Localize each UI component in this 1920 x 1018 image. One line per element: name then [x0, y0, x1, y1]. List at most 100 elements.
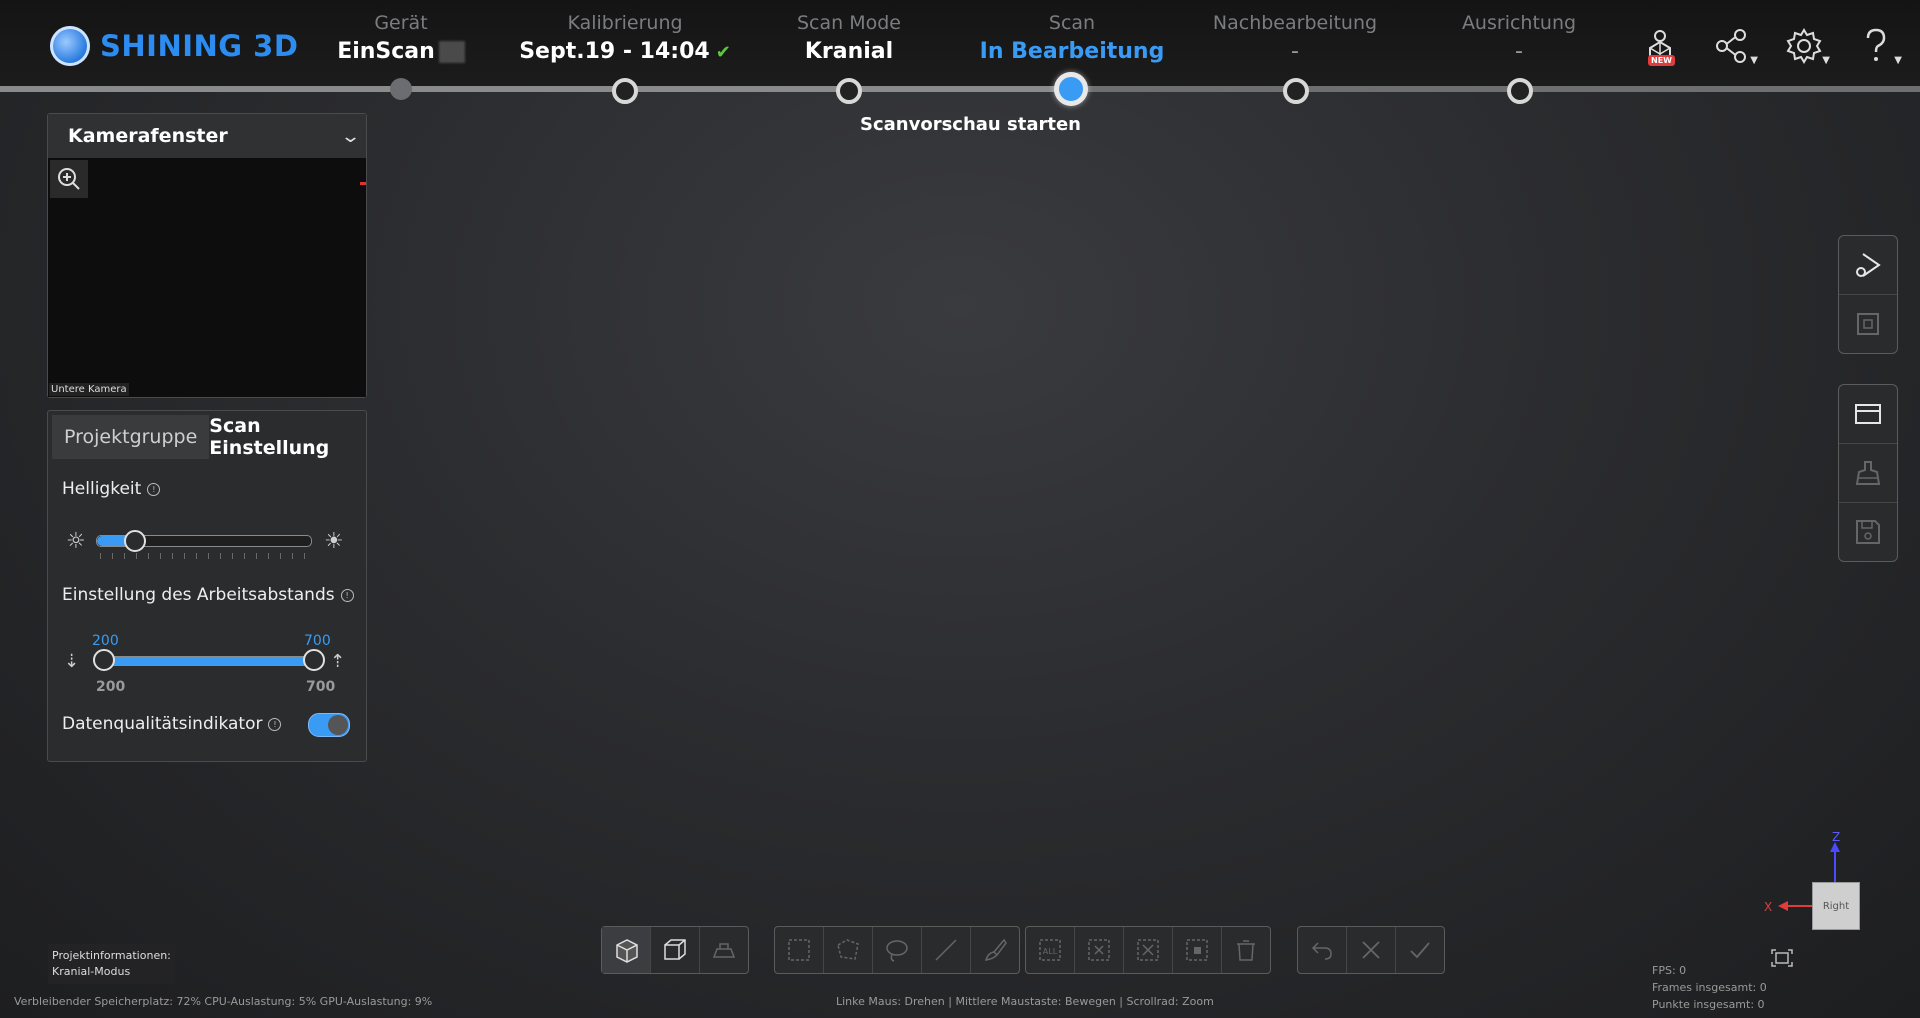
- step-value: Sept.19 - 14:04 ✔: [519, 39, 731, 64]
- step-node-device[interactable]: [390, 78, 412, 100]
- step-value: EinScan: [286, 39, 516, 64]
- camera-marker: [360, 182, 366, 185]
- deselect-button[interactable]: [1075, 927, 1124, 973]
- info-icon[interactable]: !: [147, 482, 161, 496]
- settings-tabs: Projektgruppe Scan Einstellung: [52, 415, 362, 459]
- view-tools-group: [1838, 384, 1898, 562]
- line-icon: [935, 939, 957, 961]
- distance-near-icon: ⇣: [64, 651, 80, 672]
- apply-button[interactable]: [1396, 927, 1444, 973]
- working-distance-slider[interactable]: [104, 656, 316, 666]
- caret-down-icon: ▼: [1822, 55, 1830, 66]
- play-settings-icon: [1856, 253, 1881, 277]
- distance-far-icon: ⇡: [330, 651, 346, 672]
- scan-control-group: [1838, 235, 1898, 354]
- model-new-button[interactable]: NEW: [1640, 26, 1686, 70]
- camera-panel-title: Kamerafenster: [68, 125, 228, 147]
- select-all-button[interactable]: ALL: [1026, 927, 1075, 973]
- clean-button[interactable]: [1839, 444, 1897, 503]
- connected-select-button[interactable]: [1173, 927, 1222, 973]
- brand-logo: SHINING 3D: [50, 26, 298, 66]
- gear-icon: [1786, 28, 1822, 64]
- info-icon[interactable]: !: [340, 588, 354, 602]
- step-node-scan[interactable]: [1054, 72, 1088, 106]
- step-node-scan-mode[interactable]: [836, 78, 862, 104]
- brightness-high-icon: ☀: [324, 529, 344, 554]
- edit-toolbar: ALL: [1025, 926, 1271, 974]
- cancel-button[interactable]: [1347, 927, 1396, 973]
- broom-icon: [1855, 461, 1881, 485]
- step-label: Scan Mode: [797, 12, 901, 34]
- trash-icon: [1237, 940, 1255, 961]
- texture-view-button[interactable]: [602, 927, 651, 973]
- rect-select-button[interactable]: [775, 927, 824, 973]
- camera-panel: Kamerafenster ⌄ Untere Kamera: [47, 113, 367, 398]
- zoom-in-icon: [58, 168, 80, 190]
- step-value: In Bearbeitung: [979, 39, 1165, 64]
- close-icon: [1362, 941, 1380, 959]
- camera-panel-header[interactable]: Kamerafenster ⌄: [48, 114, 366, 158]
- undo-button[interactable]: [1298, 927, 1347, 973]
- step-value: -: [1515, 39, 1523, 64]
- tab-scan-settings[interactable]: Scan Einstellung: [209, 415, 362, 459]
- distance-high-thumb[interactable]: [303, 649, 325, 671]
- distance-low-thumb[interactable]: [93, 649, 115, 671]
- svg-text:ALL: ALL: [1043, 947, 1058, 956]
- step-label: Scan: [1048, 12, 1096, 34]
- fit-view-icon[interactable]: [1770, 948, 1794, 968]
- step-device[interactable]: Gerät EinScan: [286, 12, 516, 64]
- wireframe-view-button[interactable]: [651, 927, 700, 973]
- deselect-icon: [1088, 939, 1110, 961]
- brightness-label: Helligkeit!: [62, 479, 161, 499]
- polygon-select-icon: [837, 939, 859, 960]
- rect-select-icon: [788, 939, 810, 961]
- info-icon[interactable]: !: [268, 717, 282, 731]
- step-node-postprocessing[interactable]: [1283, 78, 1309, 104]
- connected-select-icon: [1186, 939, 1208, 961]
- help-button[interactable]: ▼: [1856, 26, 1902, 70]
- caret-down-icon: ▼: [1750, 55, 1758, 66]
- step-node-alignment[interactable]: [1507, 78, 1533, 104]
- save-button[interactable]: [1839, 503, 1897, 561]
- save-icon: [1856, 520, 1880, 544]
- delete-button[interactable]: [1222, 927, 1270, 973]
- settings-button[interactable]: ▼: [1784, 26, 1830, 70]
- brush-select-button[interactable]: [971, 927, 1019, 973]
- share-button[interactable]: ▼: [1712, 26, 1758, 70]
- step-postprocessing[interactable]: Nachbearbeitung -: [1180, 12, 1410, 64]
- mouse-hint: Linke Maus: Drehen | Mittlere Maustaste:…: [836, 995, 1214, 1008]
- camera-label: Untere Kamera: [49, 383, 129, 396]
- lasso-select-button[interactable]: [873, 927, 922, 973]
- step-label: Nachbearbeitung: [1212, 12, 1378, 34]
- scan-area-button[interactable]: [1839, 295, 1897, 353]
- step-scan-mode[interactable]: Scan Mode Kranial: [734, 12, 964, 64]
- selection-toolbar: [774, 926, 1020, 974]
- polygon-select-button[interactable]: [824, 927, 873, 973]
- toggle-knob: [328, 715, 348, 735]
- tab-project-group[interactable]: Projektgruppe: [52, 415, 210, 459]
- zoom-in-button[interactable]: [50, 160, 88, 198]
- invert-selection-icon: [1137, 939, 1159, 961]
- fps-stat: FPS: 0: [1652, 964, 1687, 977]
- step-scan[interactable]: Scan In Bearbeitung: [957, 12, 1187, 64]
- window-button[interactable]: [1839, 385, 1897, 444]
- plane-view-button[interactable]: [700, 927, 748, 973]
- line-select-button[interactable]: [922, 927, 971, 973]
- check-icon: ✔: [715, 42, 731, 63]
- step-alignment[interactable]: Ausrichtung -: [1404, 12, 1634, 64]
- orientation-widget[interactable]: Z X Right: [1760, 830, 1870, 940]
- working-distance-slider-fill: [105, 657, 315, 665]
- invert-selection-button[interactable]: [1124, 927, 1173, 973]
- brightness-slider-thumb[interactable]: [123, 530, 146, 552]
- step-node-calibration[interactable]: [612, 78, 638, 104]
- scan-settings-panel: Projektgruppe Scan Einstellung Helligkei…: [47, 410, 367, 762]
- brand-logo-icon: [50, 26, 90, 66]
- start-preview-button[interactable]: [1839, 236, 1897, 295]
- chevron-down-icon[interactable]: ⌄: [340, 126, 361, 147]
- quality-indicator-toggle[interactable]: [308, 713, 350, 737]
- project-info-mode: Kranial-Modus: [52, 965, 131, 978]
- step-calibration[interactable]: Kalibrierung Sept.19 - 14:04 ✔: [510, 12, 740, 64]
- view-cube[interactable]: Right: [1812, 882, 1860, 930]
- brand-name: SHINING 3D: [100, 29, 299, 63]
- system-status: Verbleibender Speicherplatz: 72% CPU-Aus…: [14, 995, 433, 1008]
